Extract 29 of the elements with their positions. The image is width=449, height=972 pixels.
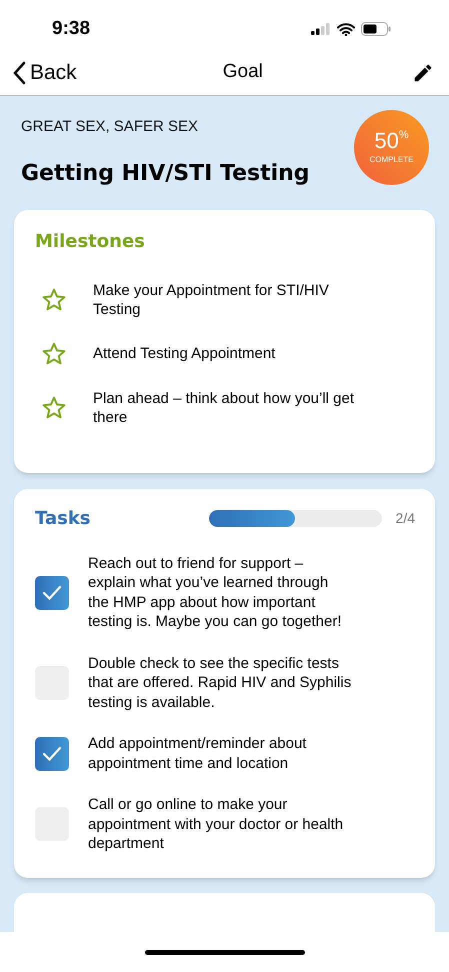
milestone-text: Plan ahead – think about how you’ll get there <box>93 388 356 426</box>
back-button[interactable]: Back <box>12 56 77 88</box>
signal-icon <box>311 23 331 35</box>
task-checkbox[interactable] <box>35 736 69 771</box>
star-icon <box>41 286 67 312</box>
milestone-text: Make your Appointment for STI/HIV Testing <box>93 280 330 318</box>
chevron-left-icon <box>12 60 26 84</box>
task-text: Call or go online to make your appointment with your doctor or health department <box>88 795 344 854</box>
star-icon <box>41 340 67 366</box>
badge-unit: % <box>398 130 409 140</box>
tasks-title: Tasks <box>35 506 91 531</box>
check-icon <box>42 746 62 762</box>
milestones-title: Milestones <box>35 230 145 252</box>
star-icon <box>41 394 67 420</box>
goal-category: GREAT SEX, SAFER SEX <box>21 117 199 137</box>
goal-title: Getting HIV/STI Testing <box>21 160 310 188</box>
badge-value: 50 <box>374 130 399 152</box>
tasks-count: 2/4 <box>396 508 415 528</box>
status-time: 9:38 <box>52 16 90 41</box>
task-checkbox[interactable] <box>35 576 69 610</box>
task-text: Double check to see the specific tests that are offered. Rapid HIV and Syphilis testing is available. <box>88 654 352 712</box>
task-text: Add appointment/reminder about appointment time and location <box>88 734 308 774</box>
milestone-text: Attend Testing Appointment <box>93 344 276 363</box>
badge-label: COMPLETE <box>369 154 414 166</box>
battery-icon <box>361 22 391 36</box>
wifi-icon <box>337 22 355 36</box>
task-text: Reach out to friend for support – explain what you’ve learned through the HMP app about how important testing is. Maybe you can go together! <box>88 554 342 632</box>
check-icon <box>42 584 62 601</box>
nav-title: Goal <box>222 60 263 84</box>
